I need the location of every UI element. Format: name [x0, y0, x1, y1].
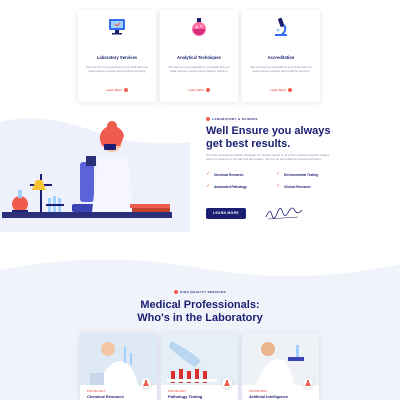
flask-icon	[192, 18, 206, 36]
service-card-accreditation[interactable]: Accreditation We use the true potential …	[242, 10, 320, 102]
service-description: We use the true potential of your data w…	[86, 65, 148, 73]
monitor-icon	[109, 19, 125, 35]
learn-more-link[interactable]: Learn More	[242, 88, 320, 92]
card-category: PATHOLOGY	[168, 390, 187, 393]
check-item: ✓ Environmental Testing	[276, 171, 319, 177]
flask-icon	[143, 380, 149, 386]
flask-badge	[141, 378, 151, 388]
arrow-icon	[288, 88, 292, 92]
team-card-chemical[interactable]: PATHOLOGY Chemical Research	[80, 333, 157, 400]
card-name: Chemical Research	[87, 394, 124, 399]
check-icon: ✓	[206, 171, 211, 177]
microscope-icon	[275, 17, 287, 36]
check-item: ✓ Clinical Research	[276, 183, 311, 189]
hero-title: Well Ensure you always get best results.	[206, 125, 331, 150]
dot-icon	[174, 290, 179, 294]
professionals-cards: PATHOLOGY Chemical Research PATHOLOGY Pa…	[80, 333, 320, 400]
service-description: We use the true potential of your data w…	[250, 65, 312, 73]
hero-tag: LABORATORY & SCIENCE	[206, 117, 258, 121]
check-icon: ✓	[276, 171, 281, 177]
service-card-laboratory[interactable]: Laboratory Services We use the true pote…	[78, 10, 156, 102]
flask-badge	[303, 378, 313, 388]
check-item: ✓ Automated Pathology	[206, 183, 247, 189]
services-section: Laboratory Services We use the true pote…	[78, 10, 320, 102]
card-name: Pathology Testing	[168, 394, 203, 399]
service-title: Laboratory Services	[96, 55, 138, 60]
check-icon: ✓	[206, 183, 211, 189]
team-card-pathology[interactable]: PATHOLOGY Pathology Testing	[161, 333, 238, 400]
arrow-icon	[124, 88, 128, 92]
learn-more-link[interactable]: Learn More	[78, 88, 156, 92]
card-category: PATHOLOGY	[249, 390, 268, 393]
learn-more-button[interactable]: LEARN MORE	[206, 208, 246, 219]
hero-description: We have developed reliable strategies fo…	[206, 153, 330, 161]
learn-more-link[interactable]: Learn More	[160, 88, 238, 92]
feature-checklist: ✓ Chemical Research ✓ Environmental Testin…	[206, 172, 346, 189]
flask-icon	[224, 380, 230, 386]
professionals-title: Medical Professionals: Who's in the Labo…	[0, 299, 400, 325]
arrow-icon	[206, 88, 210, 92]
service-title: Analytical Techniques	[177, 55, 221, 60]
signature-image	[265, 207, 303, 220]
service-card-analytical[interactable]: Analytical Techniques We use the true po…	[160, 10, 238, 102]
title-line: Who's in the Laboratory	[137, 312, 263, 324]
dot-icon	[206, 117, 210, 121]
flask-badge	[222, 378, 232, 388]
check-icon: ✓	[276, 183, 281, 189]
title-line: Medical Professionals:	[140, 299, 260, 311]
check-item: ✓ Chemical Research	[206, 171, 244, 177]
service-description: We use the true potential of your data w…	[168, 65, 230, 73]
card-category: PATHOLOGY	[87, 390, 106, 393]
professionals-tag: HIGH QUALITY SERVICES	[0, 290, 400, 294]
card-name: Artificial Intelligence	[249, 394, 289, 399]
scientist-illustration	[0, 118, 190, 232]
team-card-ai[interactable]: PATHOLOGY Artificial Intelligence	[242, 333, 319, 400]
flask-icon	[305, 380, 311, 386]
service-title: Accreditation	[267, 55, 295, 60]
